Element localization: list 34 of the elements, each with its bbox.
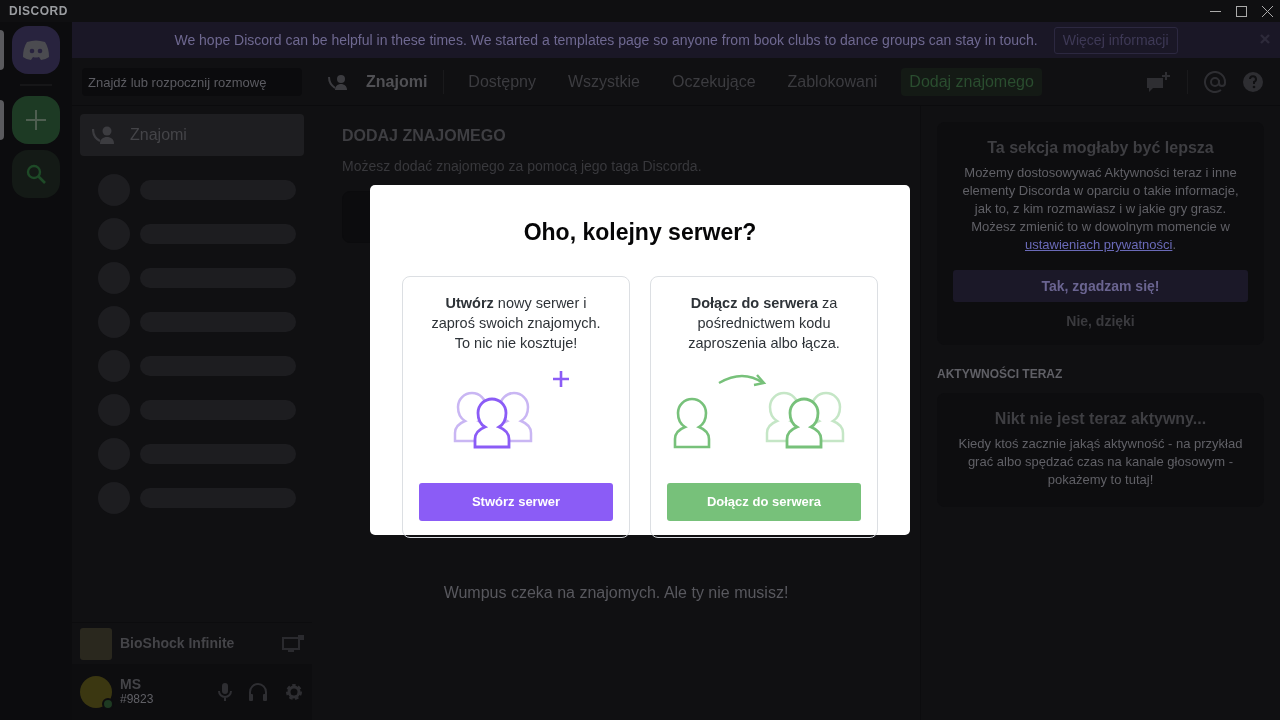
page-title: Znajomi [366, 71, 428, 92]
banner-text: We hope Discord can be helpful in these times. We started a templates page so anyone from book clubs to dance groups can stay in touch. [174, 30, 1038, 50]
mention-icon[interactable] [1204, 70, 1226, 93]
settings-icon[interactable] [284, 682, 304, 702]
app-logo: DISCORD [8, 3, 68, 20]
add-server-button[interactable] [12, 96, 60, 144]
avatar-icon[interactable] [80, 676, 112, 708]
new-group-message-icon[interactable] [1145, 70, 1171, 93]
accept-button[interactable]: Tak, zgadzam się! [953, 270, 1248, 302]
option-description: Utwórz nowy serwer i zaproś swoich znajomych. To nic nie kosztuje! [430, 293, 602, 353]
modal-title: Oho, kolejny serwer? [522, 218, 758, 247]
card-text: Kiedy ktoś zacznie jakąś aktywność - na przykład grać albo spędzać czas na kanale głosowym - pokażemy to tutaj! [957, 435, 1244, 489]
monitor-icon[interactable] [282, 634, 304, 653]
join-server-button[interactable]: Dołącz do serwera [667, 482, 861, 521]
search-icon [26, 164, 46, 184]
help-icon[interactable] [1242, 70, 1264, 93]
home-button[interactable] [12, 26, 60, 74]
empty-state-text: Wumpus czeka na znajomych. Ale ty nie musisz! [442, 583, 790, 603]
user-tag: #9823 [120, 692, 210, 707]
section-heading: AKTYWNOŚCI TERAZ [937, 365, 1064, 383]
status-dot [102, 698, 114, 710]
game-cover-image [80, 627, 112, 660]
friends-icon [328, 72, 350, 91]
friends-icon [92, 125, 116, 145]
create-server-button[interactable]: Stwórz serwer [419, 482, 613, 521]
headphones-icon[interactable] [248, 682, 268, 702]
explore-button[interactable] [12, 150, 60, 198]
option-description: Dołącz do serwera za pośrednictwem kodu zaproszenia albo łącza. [687, 293, 841, 353]
search-field[interactable]: Znajdź lub rozpocznij rozmowę [82, 68, 302, 96]
card-text: Możemy dostosowywać Aktywności teraz i inne elementy Discorda w oparciu o takie informacje, jak to, z kim rozmawiasz i w jakie gry grasz. Możesz zmienić to w dowolnym momencie w ustawieniach prywatności. [961, 164, 1240, 254]
username: MS [120, 677, 142, 692]
microphone-icon[interactable] [218, 682, 232, 702]
logo-icon [22, 40, 50, 60]
plus-icon [25, 109, 47, 131]
